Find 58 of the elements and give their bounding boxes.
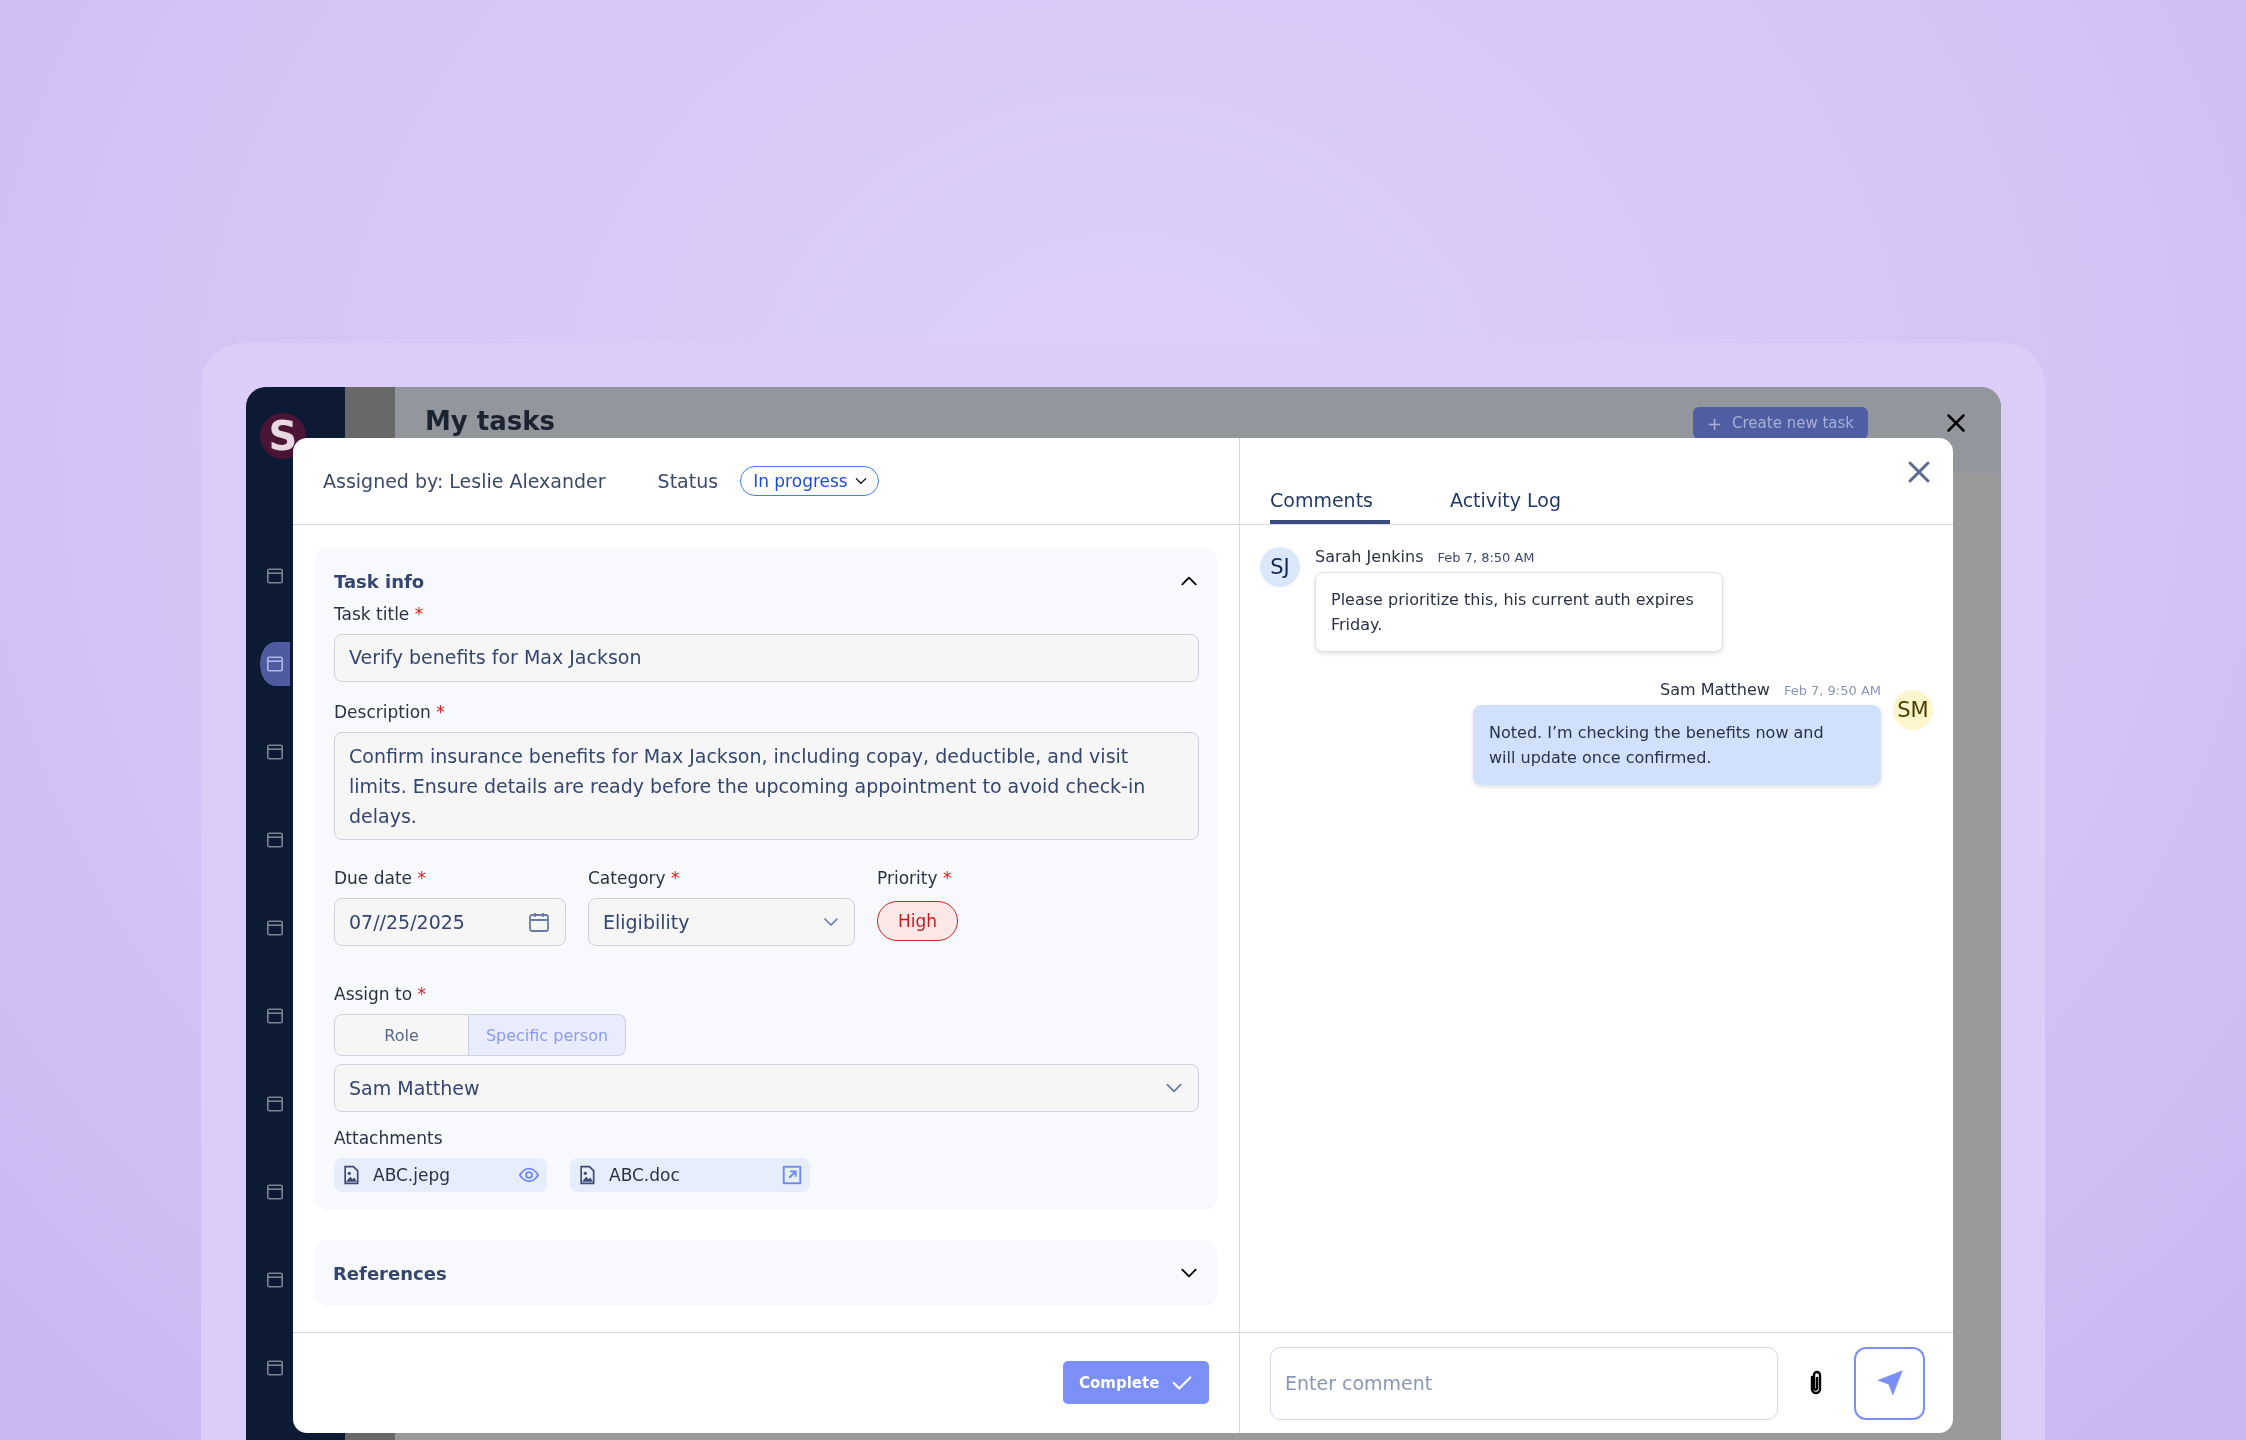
status-dropdown[interactable]: In progress <box>740 466 879 496</box>
timestamp: Feb 7, 9:50 AM <box>1783 683 1881 698</box>
calendar-icon <box>527 910 551 934</box>
comment-bubble: Please prioritize this, his current auth expires Friday. <box>1315 572 1723 652</box>
image-file-icon <box>577 1165 597 1185</box>
required-mark: * <box>942 868 952 888</box>
priority-tag: High <box>877 901 959 941</box>
field-label: Category * <box>588 868 681 888</box>
avatar: SM <box>1893 690 1933 730</box>
required-mark: * <box>436 702 445 722</box>
nav-icon <box>267 920 283 936</box>
nav-icon <box>267 1360 283 1376</box>
author-name: Sarah Jenkins <box>1315 547 1424 566</box>
tab[interactable]: Comments <box>1270 489 1390 524</box>
field-label: Attachments <box>334 1128 444 1148</box>
send-button[interactable] <box>1854 1346 1925 1420</box>
nav-icon <box>267 1008 283 1024</box>
required-mark: * <box>414 604 424 624</box>
required-mark: * <box>417 868 426 888</box>
author-name: Sam Matthew <box>1660 680 1770 699</box>
field-label: Description * <box>334 702 446 722</box>
field-label: Assign to * <box>334 984 427 1004</box>
close-icon[interactable] <box>1907 460 1931 484</box>
text-field[interactable]: Verify benefits for Max Jackson <box>334 634 1199 682</box>
field-label: Due date * <box>334 868 427 888</box>
nav-icon <box>267 1096 283 1112</box>
timestamp: Feb 7, 8:50 AM <box>1437 550 1535 565</box>
nav-icon <box>267 832 283 848</box>
required-mark: * <box>671 868 680 888</box>
close-icon[interactable] <box>1946 413 1966 433</box>
nav-icon <box>267 1184 283 1200</box>
attachment-chip[interactable]: ABC.jepg <box>334 1158 547 1192</box>
tab[interactable]: Activity Log <box>1450 489 1562 524</box>
nav-icon <box>267 744 283 760</box>
comment-field[interactable]: Enter comment <box>1270 1346 1778 1420</box>
date-field[interactable]: 07//25/2025 <box>334 898 566 946</box>
field-label: Priority * <box>877 868 953 888</box>
image-file-icon <box>341 1165 361 1185</box>
section-title: Task info <box>334 570 425 592</box>
avatar: SJ <box>1260 547 1300 587</box>
app-logo: S <box>260 413 306 459</box>
field-label: Task title * <box>334 604 425 624</box>
category-dropdown[interactable]: Eligibility <box>588 898 855 946</box>
text-area[interactable]: Confirm insurance benefits for Max Jackson, including copay, deductible, and visit limits. Ensure details are ready before the upcoming appointment to avoid check-in delays. <box>334 732 1199 840</box>
assignee-dropdown[interactable]: Sam Matthew <box>334 1064 1199 1112</box>
nav-item[interactable] <box>260 642 290 686</box>
assigned-by-text: Assigned by: Leslie Alexander <box>323 470 606 492</box>
segment-button[interactable]: Role <box>334 1014 469 1056</box>
page-title: My tasks <box>425 407 557 436</box>
status-label: Status <box>657 470 719 492</box>
nav-icon <box>267 656 283 672</box>
required-mark: * <box>417 984 426 1004</box>
nav-icon <box>267 1272 283 1288</box>
nav-icon <box>267 568 283 584</box>
section-title: References <box>333 1262 447 1284</box>
comment-bubble: Noted. I’m checking the benefits now and will update once confirmed. <box>1473 705 1881 785</box>
external-link-icon[interactable] <box>781 1164 803 1186</box>
attachment-chip[interactable]: ABC.doc <box>570 1158 810 1192</box>
